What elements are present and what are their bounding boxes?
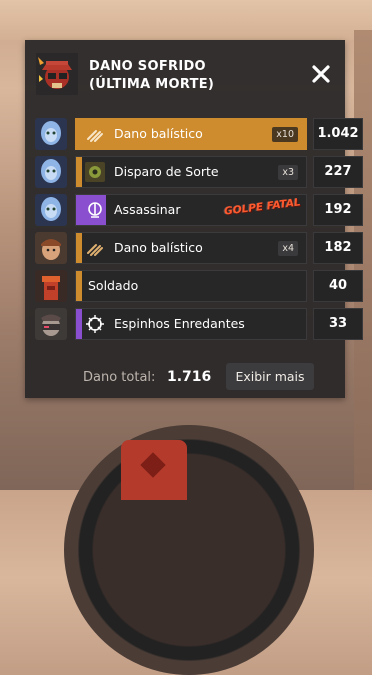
total-damage-value: 1.716 [167, 369, 212, 385]
damage-source-label: Disparo de Sorte [114, 164, 219, 179]
tower-avatar [35, 270, 67, 302]
damage-row[interactable]: Assassinar GOLPE FATAL 192 [35, 194, 363, 226]
damage-source-label: Espinhos Enredantes [114, 316, 245, 331]
hit-multiplier: x3 [278, 165, 298, 180]
damage-bar: Assassinar GOLPE FATAL [75, 194, 307, 226]
soldier-hero-avatar [35, 232, 67, 264]
title-line-2: (ÚLTIMA MORTE) [89, 77, 215, 92]
orange-stripe [76, 271, 82, 301]
damage-row[interactable]: Disparo de Sorte x3 227 [35, 156, 363, 188]
thorns-icon [86, 315, 104, 333]
fatal-blow-badge: GOLPE FATAL [223, 196, 302, 218]
assassinate-icon [88, 202, 102, 218]
damage-bar: Dano balístico x10 [75, 118, 307, 150]
damage-source-label: Dano balístico [114, 126, 203, 141]
background-emblem [121, 440, 187, 500]
background-ring [64, 425, 314, 675]
damage-bar: Dano balístico x4 [75, 232, 307, 264]
show-more-button[interactable]: Exibir mais [226, 363, 314, 390]
background-top [0, 0, 372, 40]
orange-stripe [76, 233, 82, 263]
damage-value: 192 [313, 194, 363, 226]
close-button[interactable] [309, 62, 333, 86]
close-icon [312, 65, 330, 83]
title-line-1: DANO SOFRIDO [89, 59, 206, 74]
panel-title: DANO SOFRIDO (ÚLTIMA MORTE) [89, 58, 214, 94]
hit-multiplier: x10 [272, 127, 298, 142]
skull-hat-icon [36, 53, 78, 95]
damage-row[interactable]: Dano balístico x4 182 [35, 232, 363, 264]
damage-value: 40 [313, 270, 363, 302]
panel-header: DANO SOFRIDO (ÚLTIMA MORTE) [25, 40, 345, 110]
damage-bar: Disparo de Sorte x3 [75, 156, 307, 188]
damage-source-label: Assassinar [114, 202, 181, 217]
ballistic-icon [87, 244, 103, 256]
lucky-shot-icon [85, 162, 105, 182]
purple-stripe [76, 309, 82, 339]
damage-bar: Soldado [75, 270, 307, 302]
damage-value: 182 [313, 232, 363, 264]
damage-source-label: Dano balístico [114, 240, 203, 255]
damage-value: 33 [313, 308, 363, 340]
ballistic-icon [87, 130, 103, 142]
damage-value: 227 [313, 156, 363, 188]
ghost-hero-avatar [35, 156, 67, 188]
orange-stripe [76, 157, 82, 187]
ghost-hero-avatar [35, 194, 67, 226]
damage-taken-panel: DANO SOFRIDO (ÚLTIMA MORTE) Dano balísti… [25, 40, 363, 398]
damage-bar: Espinhos Enredantes [75, 308, 307, 340]
damage-row[interactable]: Dano balístico x10 1.042 [35, 118, 363, 150]
damage-value: 1.042 [313, 118, 363, 150]
damage-source-label: Soldado [88, 278, 139, 293]
ghost-hero-avatar [35, 118, 67, 150]
hit-multiplier: x4 [278, 241, 298, 256]
damage-row[interactable]: Soldado 40 [35, 270, 363, 302]
damage-row[interactable]: Espinhos Enredantes 33 [35, 308, 363, 340]
total-damage-label: Dano total: [83, 370, 156, 385]
masked-hero-avatar [35, 308, 67, 340]
